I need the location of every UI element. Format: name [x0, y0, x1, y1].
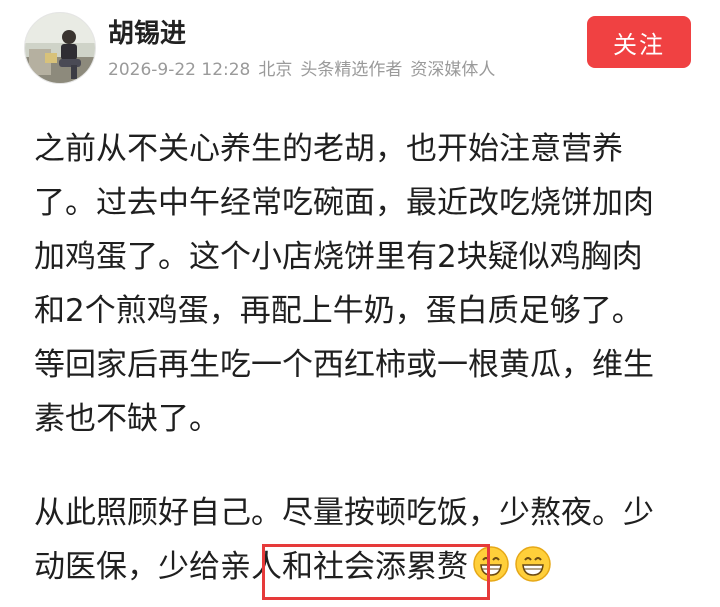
post-meta: 2026-9-22 12:28 北京 头条精选作者 资深媒体人: [108, 58, 503, 82]
text-line: 动医保，少给亲人和社会添累赘: [34, 549, 468, 585]
author-name[interactable]: 胡锡进: [108, 17, 186, 51]
grinning-face-icon: [515, 546, 551, 582]
text-line: 了。过去中午经常吃碗面，最近改吃烧饼加肉: [34, 185, 654, 221]
text-line: 和2个煎鸡蛋，再配上牛奶，蛋白质足够了。: [34, 293, 643, 329]
post-location: 北京: [258, 60, 293, 80]
post-paragraph-2: 从此照顾好自己。尽量按顿吃饭，少熬夜。少 动医保，少给亲人和社会添累赘: [34, 486, 694, 594]
text-line: 从此照顾好自己。尽量按顿吃饭，少熬夜。少: [34, 495, 654, 531]
post-paragraph-1: 之前从不关心养生的老胡，也开始注意营养 了。过去中午经常吃碗面，最近改吃烧饼加肉…: [34, 122, 694, 446]
text-line: 素也不缺了。: [34, 401, 220, 437]
author-avatar[interactable]: [24, 12, 96, 84]
person-photo-icon: [25, 13, 95, 83]
post-body: 之前从不关心养生的老胡，也开始注意营养 了。过去中午经常吃碗面，最近改吃烧饼加肉…: [34, 122, 694, 594]
follow-button[interactable]: 关注: [587, 16, 691, 68]
author-badge-media: 资深媒体人: [410, 60, 496, 80]
text-line: 等回家后再生吃一个西红柿或一根黄瓜，维生: [34, 347, 654, 383]
text-line-with-emoji: 动医保，少给亲人和社会添累赘: [34, 540, 694, 594]
post-header: 胡锡进 2026-9-22 12:28 北京 头条精选作者 资深媒体人 关注: [0, 0, 720, 100]
author-badge-selected: 头条精选作者: [300, 60, 403, 80]
text-line: 加鸡蛋了。这个小店烧饼里有2块疑似鸡胸肉: [34, 239, 643, 275]
post-timestamp: 2026-9-22 12:28: [108, 60, 251, 80]
grinning-face-icon: [473, 546, 509, 582]
text-line: 之前从不关心养生的老胡，也开始注意营养: [34, 131, 623, 167]
